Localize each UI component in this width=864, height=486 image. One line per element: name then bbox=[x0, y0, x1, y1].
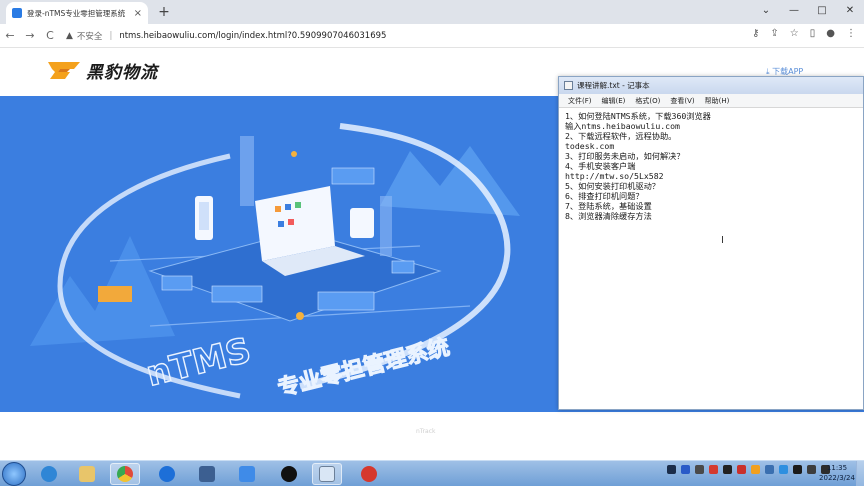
new-tab-button[interactable]: + bbox=[155, 3, 173, 21]
notepad-line: 8、浏览器清除缓存方法 bbox=[565, 211, 652, 221]
notepad-line: 1、如何登陆NTMS系统，下载360浏览器 bbox=[565, 111, 711, 121]
download-app-label: 下载APP bbox=[772, 67, 804, 76]
close-window-button[interactable]: ✕ bbox=[836, 0, 864, 22]
ie-icon[interactable] bbox=[34, 463, 64, 485]
notepad-line: 7、登陆系统，基础设置 bbox=[565, 201, 652, 211]
menu-help[interactable]: 帮助(H) bbox=[705, 96, 730, 106]
sidebar-icon[interactable]: ▯ bbox=[810, 28, 816, 39]
menu-file[interactable]: 文件(F) bbox=[568, 96, 592, 106]
system-clock[interactable]: 11:35 2022/3/24 bbox=[816, 463, 858, 483]
tray-app-icon[interactable] bbox=[695, 465, 704, 474]
toolbar-icons: ⚷ ⇪ ☆ ▯ ● ⋮ bbox=[752, 28, 856, 39]
screen: 登录-nTMS专业零担管理系统 × + ⌄ — □ ✕ ← → C ▲ 不安全 … bbox=[0, 0, 864, 486]
menu-view[interactable]: 查看(V) bbox=[670, 96, 694, 106]
todesk-icon[interactable] bbox=[232, 463, 262, 485]
back-button[interactable]: ← bbox=[0, 29, 20, 42]
bookmark-star-icon[interactable]: ☆ bbox=[790, 28, 799, 39]
tray-arrow-icon[interactable] bbox=[667, 465, 676, 474]
site-favicon-icon bbox=[12, 8, 22, 18]
tab-search-button[interactable]: ⌄ bbox=[752, 0, 780, 22]
clock-date: 2022/3/24 bbox=[819, 474, 855, 482]
sogou-icon[interactable] bbox=[152, 463, 182, 485]
show-desktop-button[interactable] bbox=[856, 461, 864, 486]
hero-slogan-text: 专业零担管理系统 bbox=[275, 334, 452, 402]
warning-icon[interactable]: ▲ bbox=[66, 31, 73, 41]
url-separator: | bbox=[109, 30, 113, 41]
explorer-icon[interactable] bbox=[72, 463, 102, 485]
hidden-app-icon[interactable] bbox=[274, 463, 304, 485]
notepad-line: 4、手机安装客户端 bbox=[565, 161, 636, 171]
logo-text: 黑豹物流 bbox=[86, 63, 158, 83]
notepad-line: 5、如何安装打印机驱动？ bbox=[565, 181, 660, 191]
profile-icon[interactable]: ● bbox=[826, 28, 835, 39]
notepad-line: 6、排查打印机问题？ bbox=[565, 191, 644, 201]
tray-search-icon[interactable] bbox=[751, 465, 760, 474]
recorder-icon[interactable] bbox=[354, 463, 384, 485]
network-icon[interactable] bbox=[192, 463, 222, 485]
notepad-titlebar[interactable]: 课程讲解.txt - 记事本 bbox=[559, 77, 863, 94]
notepad-window[interactable]: 课程讲解.txt - 记事本 文件(F) 编辑(E) 格式(O) 查看(V) 帮… bbox=[558, 76, 864, 410]
notepad-title: 课程讲解.txt - 记事本 bbox=[577, 81, 650, 90]
menu-format[interactable]: 格式(O) bbox=[635, 96, 660, 106]
start-button[interactable] bbox=[2, 462, 26, 486]
notepad-app-icon bbox=[564, 81, 573, 90]
tray-headset-icon[interactable] bbox=[793, 465, 802, 474]
tray-sync-icon[interactable] bbox=[737, 465, 746, 474]
notepad-line: todesk.com bbox=[565, 141, 615, 151]
network-status-icon[interactable] bbox=[807, 465, 816, 474]
menu-dots-icon[interactable]: ⋮ bbox=[846, 28, 856, 39]
reload-button[interactable]: C bbox=[40, 29, 60, 42]
system-tray bbox=[667, 465, 830, 474]
notepad-line: 2、下载远程软件，远程协助。 bbox=[565, 131, 677, 141]
notepad-line: 输入ntms.heibaowuliu.com bbox=[565, 121, 680, 131]
tray-chat-icon[interactable] bbox=[779, 465, 788, 474]
security-label: 不安全 bbox=[76, 31, 103, 42]
forward-button[interactable]: → bbox=[20, 29, 40, 42]
footer-watermark: nTrack bbox=[416, 428, 436, 435]
tray-tiktok-icon[interactable] bbox=[723, 465, 732, 474]
key-icon[interactable]: ⚷ bbox=[752, 28, 759, 39]
tab-close-icon[interactable]: × bbox=[134, 8, 142, 19]
notepad-line: http://mtw.so/5Lx582 bbox=[565, 171, 664, 181]
menu-edit[interactable]: 编辑(E) bbox=[602, 96, 626, 106]
text-cursor-icon: I bbox=[721, 235, 724, 246]
address-toolbar: ← → C ▲ 不安全 | ntms.heibaowuliu.com/login… bbox=[0, 24, 864, 48]
notepad-menubar: 文件(F) 编辑(E) 格式(O) 查看(V) 帮助(H) bbox=[559, 94, 863, 108]
tray-help-icon[interactable] bbox=[681, 465, 690, 474]
windows-taskbar: 11:35 2022/3/24 bbox=[0, 460, 864, 486]
logo-mark-icon bbox=[48, 61, 80, 79]
browser-tab-bar: 登录-nTMS专业零担管理系统 × + ⌄ — □ ✕ bbox=[0, 0, 864, 24]
window-controls: ⌄ — □ ✕ bbox=[752, 0, 864, 22]
browser-tab[interactable]: 登录-nTMS专业零担管理系统 × bbox=[6, 2, 148, 24]
tray-alert-icon[interactable] bbox=[709, 465, 718, 474]
company-logo: 黑豹物流 bbox=[46, 58, 158, 83]
minimize-button[interactable]: — bbox=[780, 0, 808, 22]
notepad-text-area[interactable]: 1、如何登陆NTMS系统，下载360浏览器 输入ntms.heibaowuliu… bbox=[559, 108, 863, 224]
clock-time: 11:35 bbox=[826, 464, 848, 472]
tab-title: 登录-nTMS专业零担管理系统 bbox=[27, 8, 126, 18]
tray-cloud-icon[interactable] bbox=[765, 465, 774, 474]
url-text[interactable]: ntms.heibaowuliu.com/login/index.html?0.… bbox=[119, 31, 386, 41]
maximize-button[interactable]: □ bbox=[808, 0, 836, 22]
share-icon[interactable]: ⇪ bbox=[770, 28, 778, 39]
notepad-taskbar-icon[interactable] bbox=[312, 463, 342, 485]
url-bar[interactable]: ▲ 不安全 | ntms.heibaowuliu.com/login/index… bbox=[66, 26, 386, 46]
notepad-line: 3、打印服务未启动，如何解决？ bbox=[565, 151, 685, 161]
chrome-icon[interactable] bbox=[110, 463, 140, 485]
